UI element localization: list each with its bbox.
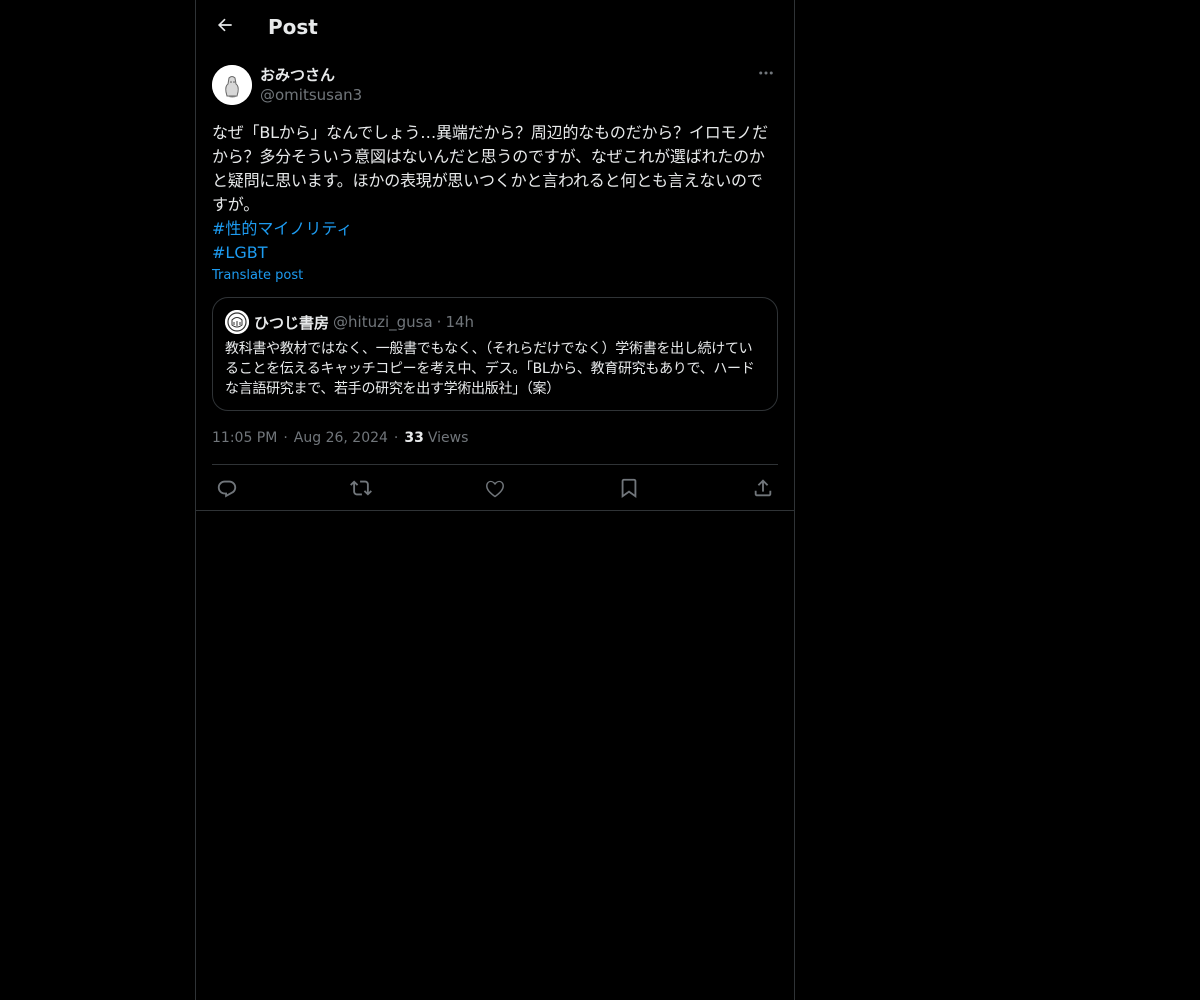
views-count: 33: [404, 430, 424, 446]
main-column: Post おみつさん @omitsusan3 なぜ「BLから」なんでしょう…異端…: [195, 0, 795, 1000]
author-avatar[interactable]: [212, 65, 252, 105]
sheep-logo-icon: [225, 310, 249, 334]
views-label: Views: [427, 430, 469, 446]
more-horizontal-icon: [757, 64, 775, 86]
reply-button[interactable]: [216, 477, 238, 499]
share-button[interactable]: [752, 477, 774, 499]
bookmark-icon: [618, 478, 640, 503]
hashtag-link[interactable]: #性的マイノリティ: [212, 217, 352, 241]
quoted-post-text: 教科書や教材ではなく、一般書でもなく、（それらだけでなく）学術書を出し続けている…: [225, 341, 755, 397]
repost-icon: [350, 480, 372, 503]
repost-button[interactable]: [350, 477, 372, 499]
quoted-author-avatar: [225, 310, 249, 334]
translate-post-link[interactable]: Translate post: [212, 266, 303, 286]
author-row: おみつさん @omitsusan3: [212, 64, 778, 108]
quoted-author-handle: @hituzi_gusa: [333, 313, 433, 331]
like-button[interactable]: [484, 477, 506, 499]
separator-dot: ·: [436, 313, 442, 331]
share-icon: [752, 479, 774, 503]
post-meta: 11:05 PM · Aug 26, 2024 · 33 Views: [212, 428, 778, 448]
quoted-post-time: 14h: [445, 313, 475, 331]
post: おみつさん @omitsusan3 なぜ「BLから」なんでしょう…異端だから？周…: [212, 64, 778, 512]
quoted-post-header: ひつじ書房 @hituzi_gusa · 14h: [225, 310, 765, 334]
action-bar: [212, 464, 778, 512]
arrow-left-icon: [215, 15, 235, 39]
separator-dot: ·: [393, 430, 399, 446]
like-icon: [484, 480, 506, 503]
page-title: Post: [268, 15, 318, 39]
post-text: なぜ「BLから」なんでしょう…異端だから？周辺的なものだから？イロモノだから？多…: [212, 123, 768, 214]
hashtag-link[interactable]: #LGBT: [212, 241, 267, 265]
more-button[interactable]: [754, 64, 778, 86]
reply-icon: [216, 480, 238, 503]
quoted-post[interactable]: ひつじ書房 @hituzi_gusa · 14h 教科書や教材ではなく、一般書で…: [212, 297, 778, 411]
avatar-sketch-icon: [212, 65, 252, 105]
post-divider: [196, 510, 794, 511]
author-handle[interactable]: @omitsusan3: [260, 85, 362, 105]
post-time[interactable]: 11:05 PM: [212, 430, 277, 446]
quoted-author-name: ひつじ書房: [254, 313, 330, 332]
author-name[interactable]: おみつさん: [260, 65, 335, 85]
post-date[interactable]: Aug 26, 2024: [294, 430, 388, 446]
separator-dot: ·: [283, 430, 288, 446]
header-bar: Post: [196, 0, 794, 53]
back-button[interactable]: [208, 10, 242, 44]
bookmark-button[interactable]: [618, 477, 640, 499]
